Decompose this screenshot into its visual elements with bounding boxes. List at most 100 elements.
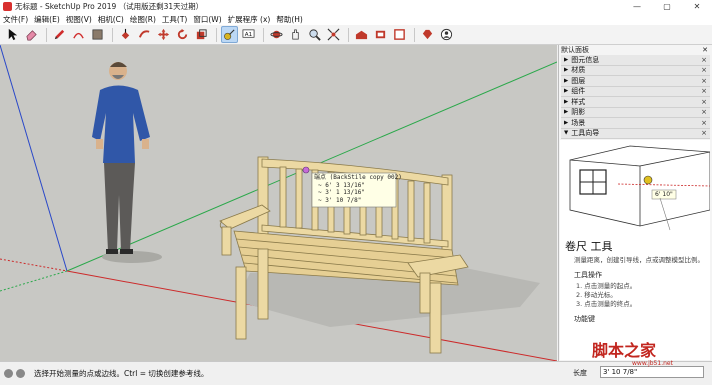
instructor-ops-title: 工具操作 [574,271,602,279]
close-icon[interactable]: × [701,87,707,95]
instructor-description: 测量距离，创建引导线，点或调整模型比例。 [574,256,704,264]
ruby-icon[interactable] [419,26,436,43]
tray-item-scenes[interactable]: ▶ 场景 × [561,118,710,129]
rotate-icon[interactable] [174,26,191,43]
status-icons [4,369,28,378]
minimize-button[interactable]: — [622,0,652,13]
menu-help[interactable]: 帮助(H) [276,14,303,25]
tray-item-label: 图层 [571,76,586,85]
window-controls: — ▢ ✕ [622,0,712,13]
instructor-dimension-label: 6' 10" [655,191,673,198]
scene-canvas [0,45,557,361]
layout-icon[interactable] [391,26,408,43]
tooltip-line-1: ~ 6' 3 13/16" [318,181,365,189]
expand-arrow-icon: ▶ [564,67,569,74]
toolbar-separator [414,27,415,42]
tray-item-label: 材质 [571,66,586,75]
tape-measure-icon[interactable] [221,26,238,43]
zoom-icon[interactable] [306,26,323,43]
toolbar-separator [46,27,47,42]
measurements-box[interactable]: 3' 10 7/8" [600,366,704,378]
tray-title: 默认面板 [561,46,589,54]
tray-title-bar: 默认面板 ✕ [559,45,712,55]
main-toolbar: A1 [0,25,712,45]
menu-view[interactable]: 视图(V) [66,14,92,25]
tray-item-materials[interactable]: ▶ 材质 × [561,65,710,76]
tooltip-line-endpoint: 端点 (BackStile copy 002) [314,174,402,181]
tray-item-entity-info[interactable]: ▶ 图元信息 × [561,55,710,66]
instructor-illustration [569,145,711,231]
close-icon[interactable]: × [701,66,707,74]
watermark-url: www.jb51.net [632,360,673,367]
close-icon[interactable]: × [701,56,707,64]
measurements-label: 长度 [573,369,587,377]
push-pull-icon[interactable] [117,26,134,43]
select-icon[interactable] [4,26,21,43]
menu-bar: 文件(F) 编辑(E) 视图(V) 相机(C) 绘图(R) 工具(T) 窗口(W… [0,13,712,25]
menu-window[interactable]: 窗口(W) [193,14,221,25]
menu-file[interactable]: 文件(F) [3,14,28,25]
svg-text:A1: A1 [245,32,253,38]
tray-item-label: 场景 [571,118,586,127]
shape-icon[interactable] [89,26,106,43]
arc-icon[interactable] [70,26,87,43]
measurement-tooltip-text: 端点 (BackStile copy 002) ~ 6' 3 13/16" ~ … [314,174,402,204]
tooltip-line-2: ~ 3' 1 13/16" [318,189,365,196]
tray-item-label: 组件 [571,87,586,96]
tray-item-styles[interactable]: ▶ 样式 × [561,97,710,108]
tray-item-components[interactable]: ▶ 组件 × [561,86,710,97]
expand-arrow-icon: ▶ [564,88,569,95]
instructor-heading: 卷尺 工具 [565,240,613,253]
account-icon[interactable] [438,26,455,43]
pan-icon[interactable] [287,26,304,43]
menu-draw[interactable]: 绘图(R) [130,14,156,25]
tray-item-layers[interactable]: ▶ 图层 × [561,76,710,87]
close-icon[interactable]: × [701,129,707,137]
orbit-icon[interactable] [268,26,285,43]
tray-item-shadows[interactable]: ▶ 阴影 × [561,107,710,118]
title-bar: 无标题 - SketchUp Pro 2019 （试用版还剩31天过期） — ▢… [0,0,712,13]
tray-item-instructor[interactable]: ▼ 工具向导 × [561,128,710,139]
menu-edit[interactable]: 编辑(E) [34,14,60,25]
eraser-icon[interactable] [23,26,40,43]
menu-camera[interactable]: 相机(C) [98,14,124,25]
collapse-arrow-icon: ▼ [564,130,569,137]
snap-point-marker [302,166,310,174]
instructor-panel: 6' 10" 卷尺 工具 测量距离，创建引导线，点或调整模型比例。 工具操作 1… [560,140,711,360]
pencil-icon[interactable] [51,26,68,43]
zoom-extents-icon[interactable] [325,26,342,43]
instructor-op-2: 2. 移动光标。 [576,291,617,299]
toolbar-separator [216,27,217,42]
close-icon[interactable]: × [701,77,707,85]
toolbar-separator [348,27,349,42]
tray-item-label: 阴影 [571,108,586,117]
watermark-logo: 脚本之家 [592,341,657,360]
toolbar-separator [112,27,113,42]
menu-tools[interactable]: 工具(T) [162,14,187,25]
geolocation-icon[interactable] [4,369,13,378]
extension-icon[interactable] [372,26,389,43]
scale-icon[interactable] [193,26,210,43]
instructor-op-3: 3. 点击测量的终点。 [576,300,637,308]
close-icon[interactable]: × [701,108,707,116]
text-icon[interactable]: A1 [240,26,257,43]
drawing-viewport[interactable]: 端点 (BackStile copy 002) ~ 6' 3 13/16" ~ … [0,45,557,361]
warehouse-icon[interactable] [353,26,370,43]
expand-arrow-icon: ▶ [564,109,569,116]
close-icon[interactable]: × [701,98,707,106]
tray-item-label: 工具向导 [571,129,600,138]
credits-icon[interactable] [16,369,25,378]
expand-arrow-icon: ▶ [564,98,569,105]
menu-extensions[interactable]: 扩展程序 (x) [228,14,271,25]
close-icon[interactable]: × [701,119,707,127]
tray-close-icon[interactable]: ✕ [702,46,708,54]
status-message: 选择开始测量的点或边线。Ctrl = 切换创建参考线。 [34,369,209,378]
close-button[interactable]: ✕ [682,0,712,13]
maximize-button[interactable]: ▢ [652,0,682,13]
move-icon[interactable] [155,26,172,43]
tray-item-label: 样式 [571,97,586,106]
window-title: 无标题 - SketchUp Pro 2019 （试用版还剩31天过期） [15,2,204,11]
expand-arrow-icon: ▶ [564,77,569,84]
instructor-op-1: 1. 点击测量的起点。 [576,282,637,290]
follow-me-icon[interactable] [136,26,153,43]
